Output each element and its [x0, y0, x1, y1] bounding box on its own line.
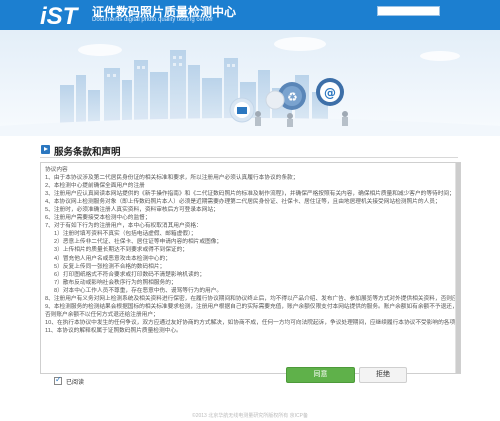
terms-line: 4）冒充他人用户名或恶意攻击本检测中心的；: [54, 255, 171, 262]
terms-line: 否则账户余额不以任何方式退还给注册用户；: [45, 311, 159, 318]
terms-line: 9、本检测服务的检测结果会根据国标的相关标准要求检测，注册用户根据自己的实际需要…: [45, 303, 456, 310]
agree-checkbox-label[interactable]: 已阅读: [66, 377, 84, 386]
page-title: 服务条款和声明: [54, 147, 121, 158]
footer-text: ©2013 北京华航无线电测量研究所版权所有 京ICP备: [192, 413, 308, 419]
site-header: iST 证件数码照片质量检测中心 Documents digital photo…: [0, 0, 500, 30]
terms-line: 1、由于本协议涉及第二代居民身份证的相关标准和要求，所以注册用户必须认真履行本协…: [45, 175, 299, 182]
hero-banner: ♻ @: [0, 30, 500, 136]
terms-line: 8）对本中心工作人员不尊重，存在恶意中伤、谩骂等行为的用户。: [54, 287, 223, 294]
terms-line: 3）上传相片的质量长期达不到要求或得不到保证的；: [54, 247, 188, 254]
site-logo[interactable]: iST: [40, 2, 86, 27]
terms-line: 2）恶意上传非二代证、社保卡、居住证等申请内容的相片或图像；: [54, 239, 223, 246]
terms-line: 11、本协议的解释权属于证照数码照片质量检测中心。: [45, 327, 182, 334]
site-subtitle: Documents digital photo quality testing …: [92, 17, 214, 23]
city-illustration: ♻ @: [0, 30, 500, 136]
terms-line: 5、注册时，必须准确注册人真实资料，资料审核后方可登录本网站；: [45, 207, 219, 214]
reject-button[interactable]: 拒绝: [359, 367, 407, 383]
arrow-right-icon: [41, 145, 50, 154]
svg-text:@: @: [324, 86, 336, 100]
terms-text: 协议内容 1、由于本协议涉及第二代居民身份证的相关标准和要求，所以注册用户必须认真…: [45, 166, 456, 372]
terms-line: 协议内容: [45, 167, 68, 173]
terms-line: 3、注册用户应认真阅读本网站提供的《新手操作指南》和《二代证数码照片的标准及制作…: [45, 191, 455, 198]
search-input[interactable]: [377, 6, 440, 16]
terms-line: 7、对于有如下行为的注册用户，本中心有权取消其用户资格：: [45, 223, 202, 230]
agree-checkbox[interactable]: [54, 375, 62, 385]
terms-line: 10、在执行本协议中发生的任何争议，双方应通过友好协商的方式解决，如协商不成，任…: [45, 319, 456, 326]
terms-line: 7）散布反动或影响社会秩序行为的照相服务的；: [54, 279, 177, 286]
scrollbar[interactable]: [455, 163, 460, 373]
terms-line: 6）打印图纸格式不符合要求或打印数码不清楚影响机读的；: [54, 271, 206, 278]
agree-button[interactable]: 同意: [286, 367, 355, 383]
terms-line: 1）注册时填写资料不真实（包括电话虚假、邮箱虚假）；: [54, 231, 197, 238]
svg-text:♻: ♻: [287, 90, 298, 104]
scrollbar-thumb[interactable]: [456, 163, 460, 373]
terms-line: 8、注册用户有义务对网上检测系统及相关资料进行保密，在履行协议期间和协议终止后，…: [45, 295, 456, 302]
svg-text:iST: iST: [40, 3, 80, 27]
terms-content-box[interactable]: 协议内容 1、由于本协议涉及第二代居民身份证的相关标准和要求，所以注册用户必须认真…: [40, 162, 461, 374]
terms-line: 4、本协议网上检测服务对象（即上传数码照片本人）必须是近期需要办理第二代居民身份…: [45, 199, 441, 206]
terms-line: 5）反复上传同一张检测不合格的数码相片；: [54, 263, 166, 270]
terms-line: 2、本检测中心提前确保全面用户的注册: [45, 183, 145, 190]
terms-line: 6、注册用户需要接受本检测中心的监督；: [45, 215, 151, 222]
section-header: 服务条款和声明: [40, 142, 458, 158]
